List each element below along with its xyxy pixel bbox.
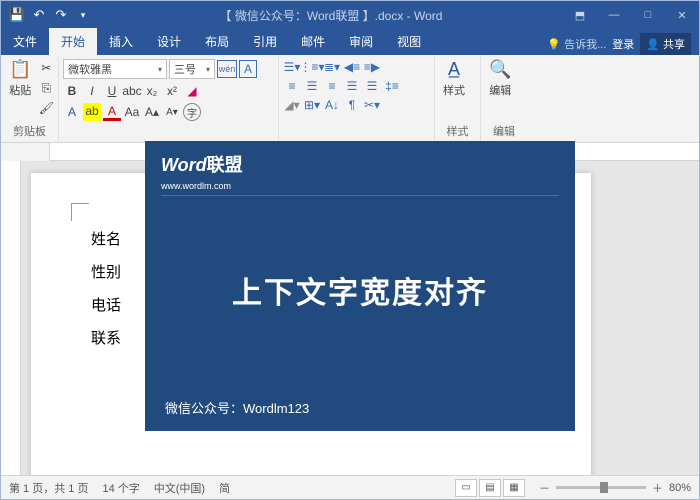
decrease-indent-icon[interactable]: ◀≡ (343, 59, 361, 75)
subscript-icon[interactable]: x₂ (143, 82, 161, 100)
tab-layout[interactable]: 布局 (193, 28, 241, 55)
zoom-out-button[interactable]: － (539, 480, 550, 496)
clipboard-icon: 📋 (9, 59, 31, 80)
tab-review[interactable]: 审阅 (337, 28, 385, 55)
phonetic-guide-icon[interactable]: wén (217, 60, 237, 78)
person-icon: 👤 (646, 38, 660, 51)
status-words[interactable]: 14 个字 (102, 480, 139, 496)
ruler-vertical[interactable] (1, 161, 21, 481)
status-lang[interactable]: 中文(中国) (154, 480, 205, 496)
line-spacing-icon[interactable]: ‡≡ (383, 78, 401, 94)
overlay-logo: Word联盟 (145, 141, 575, 181)
editing-button[interactable]: 🔍编辑 (485, 57, 515, 100)
view-web-icon[interactable]: ▦ (503, 479, 525, 497)
login-link[interactable]: 登录 (612, 36, 634, 52)
styles-icon: A̲ (448, 59, 460, 80)
zoom-slider[interactable] (556, 486, 646, 489)
close-icon[interactable]: ✕ (665, 1, 699, 29)
font-size-select[interactable]: 三号▾ (169, 59, 215, 79)
group-editing: 编辑 (485, 122, 523, 140)
tell-me[interactable]: 💡告诉我... (547, 36, 606, 52)
font-color-icon[interactable]: A (103, 103, 121, 121)
char-border-icon[interactable]: A (239, 60, 257, 78)
font-name-select[interactable]: 微软雅黑▾ (63, 59, 167, 79)
grow-font-icon[interactable]: A▴ (143, 103, 161, 121)
highlight-icon[interactable]: ab (83, 103, 101, 121)
tab-design[interactable]: 设计 (145, 28, 193, 55)
strike-icon[interactable]: abc (123, 82, 141, 100)
sort-icon[interactable]: A↓ (323, 97, 341, 113)
zoom-value[interactable]: 80% (669, 482, 691, 494)
ribbon-options-icon[interactable]: ⬒ (563, 1, 597, 29)
underline-icon[interactable]: U (103, 82, 121, 100)
bold-icon[interactable]: B (63, 82, 81, 100)
shrink-font-icon[interactable]: A▾ (163, 103, 181, 121)
undo-icon[interactable]: ↶ (29, 5, 49, 25)
increase-indent-icon[interactable]: ≡▶ (363, 59, 381, 75)
group-clipboard: 剪贴板 (5, 122, 54, 140)
borders-icon[interactable]: ⊞▾ (303, 97, 321, 113)
qat-customize-icon[interactable]: ▾ (73, 5, 93, 25)
overlay-url: www.wordlm.com (161, 181, 559, 196)
status-page[interactable]: 第 1 页，共 1 页 (9, 480, 88, 496)
tab-insert[interactable]: 插入 (97, 28, 145, 55)
tab-mailings[interactable]: 邮件 (289, 28, 337, 55)
distributed-icon[interactable]: ☰ (363, 78, 381, 94)
italic-icon[interactable]: I (83, 82, 101, 100)
window-title: 【 微信公众号：Word联盟 】.docx - Word (99, 7, 563, 24)
tab-file[interactable]: 文件 (1, 28, 49, 55)
status-ime[interactable]: 简 (219, 480, 230, 496)
align-right-icon[interactable]: ≡ (323, 78, 341, 94)
justify-icon[interactable]: ☰ (343, 78, 361, 94)
shading-icon[interactable]: ◢▾ (283, 97, 301, 113)
enclose-icon[interactable]: 字 (183, 103, 201, 121)
copy-icon[interactable]: ⎘ (37, 79, 55, 97)
overlay-headline: 上下文字宽度对齐 (145, 196, 575, 384)
promo-overlay: Word联盟 www.wordlm.com 上下文字宽度对齐 微信公众号：Wor… (145, 141, 575, 431)
group-styles: 样式 (439, 122, 476, 140)
superscript-icon[interactable]: x² (163, 82, 181, 100)
format-painter-icon[interactable]: 🖌 (37, 99, 55, 117)
view-read-icon[interactable]: ▭ (455, 479, 477, 497)
overlay-footer: 微信公众号：Wordlm123 (145, 384, 575, 431)
align-left-icon[interactable]: ≡ (283, 78, 301, 94)
text-effects-icon[interactable]: A (63, 103, 81, 121)
align-center-icon[interactable]: ☰ (303, 78, 321, 94)
clear-format-icon[interactable]: ◢ (183, 82, 201, 100)
maximize-icon[interactable]: □ (631, 1, 665, 29)
numbering-icon[interactable]: ⋮≡▾ (303, 59, 321, 75)
paste-button[interactable]: 📋 粘贴 (5, 57, 35, 100)
minimize-icon[interactable]: ― (597, 1, 631, 29)
tab-references[interactable]: 引用 (241, 28, 289, 55)
bulb-icon: 💡 (547, 38, 561, 51)
tab-view[interactable]: 视图 (385, 28, 433, 55)
bullets-icon[interactable]: ☰▾ (283, 59, 301, 75)
char-shading-icon[interactable]: Aa (123, 103, 141, 121)
find-icon: 🔍 (489, 59, 511, 80)
styles-button[interactable]: A̲样式 (439, 57, 469, 100)
zoom-in-button[interactable]: ＋ (652, 480, 663, 496)
show-marks-icon[interactable]: ¶ (343, 97, 361, 113)
multilevel-icon[interactable]: ≣▾ (323, 59, 341, 75)
cut-icon[interactable]: ✂ (37, 59, 55, 77)
redo-icon[interactable]: ↷ (51, 5, 71, 25)
tab-home[interactable]: 开始 (49, 28, 97, 55)
share-button[interactable]: 👤共享 (640, 33, 691, 55)
asian-layout-icon[interactable]: ✂▾ (363, 97, 381, 113)
save-icon[interactable]: 💾 (7, 5, 27, 25)
view-print-icon[interactable]: ▤ (479, 479, 501, 497)
